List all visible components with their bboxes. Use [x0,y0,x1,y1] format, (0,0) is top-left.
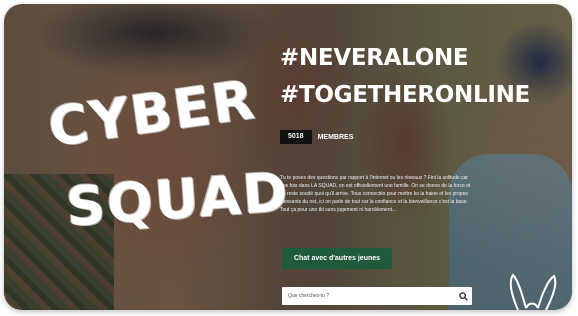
search-input[interactable] [282,287,454,305]
hero-card: CYBER SQUAD #NEVERALONE #TOGETHERONLINE … [4,4,572,310]
hashtag-headline: #NEVERALONE #TOGETHERONLINE [280,40,530,114]
hashtag-togetheronline: #TOGETHERONLINE [280,82,530,108]
chat-with-youth-button[interactable]: Chat avec d'autres jeunes [282,248,392,269]
cybersquad-logo: CYBER SQUAD [45,68,292,262]
logo-line-squad: SQUAD [64,160,292,239]
member-count-badge: 5018 [280,130,312,144]
hashtag-neveralone: #NEVERALONE [280,45,469,71]
logo-line-cyber: CYBER [44,67,260,160]
hero-description: Tu te poses des questions par rapport à … [280,175,471,213]
bunny-icon [509,273,557,310]
search-icon[interactable] [454,287,472,305]
member-label: MEMBRES [317,133,354,141]
members-counter: 5018 MEMBRES [280,130,353,144]
search-bar [282,287,472,305]
